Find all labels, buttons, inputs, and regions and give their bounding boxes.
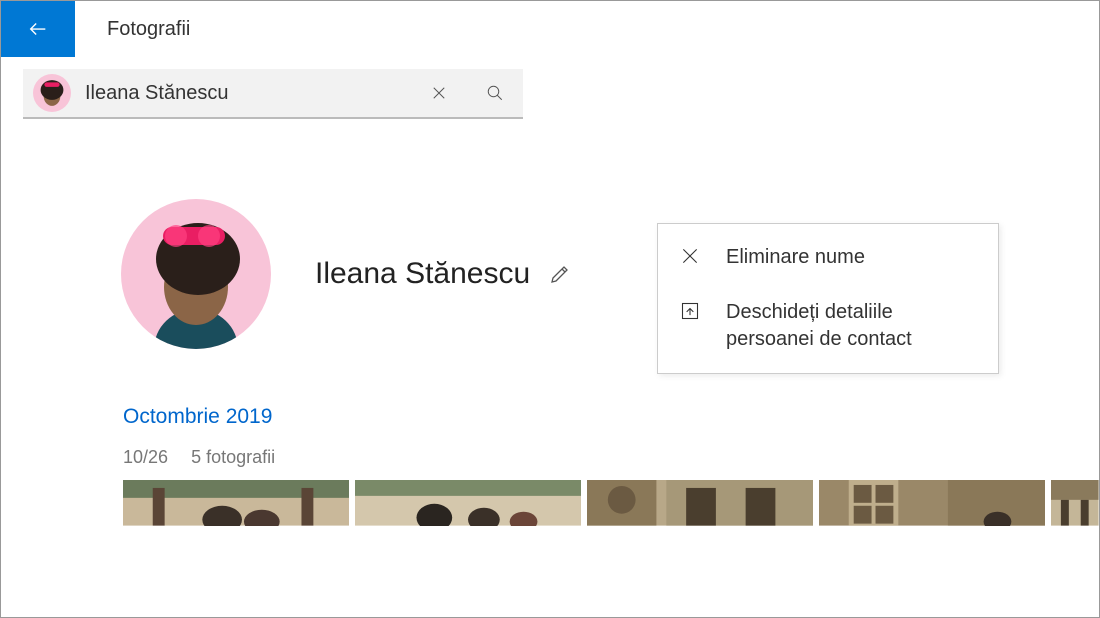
avatar-icon bbox=[33, 74, 71, 112]
photo-thumbnail-icon bbox=[819, 480, 1045, 526]
photo-thumbnail-icon bbox=[355, 480, 581, 526]
thumbnail[interactable] bbox=[587, 480, 813, 526]
edit-name-button[interactable] bbox=[548, 262, 572, 286]
close-icon bbox=[678, 244, 702, 268]
menu-item-remove-name[interactable]: Eliminare nume bbox=[658, 230, 998, 285]
profile-avatar bbox=[121, 199, 271, 349]
back-button[interactable] bbox=[1, 1, 75, 57]
header: Fotografii bbox=[1, 1, 1099, 57]
thumbnail[interactable] bbox=[819, 480, 1045, 526]
close-icon bbox=[430, 84, 448, 102]
search-avatar bbox=[33, 74, 71, 112]
search-submit-button[interactable] bbox=[467, 69, 523, 117]
menu-item-label: Deschideți detaliile persoanei de contac… bbox=[726, 299, 978, 353]
photo-thumbnail-icon bbox=[123, 480, 349, 526]
thumbnails-row bbox=[123, 480, 1099, 526]
search-bar bbox=[23, 69, 523, 119]
profile-name: Ileana Stănescu bbox=[315, 257, 530, 291]
photo-count: 5 fotografii bbox=[191, 447, 275, 467]
thumbnail[interactable] bbox=[123, 480, 349, 526]
photo-thumbnail-icon bbox=[587, 480, 813, 526]
open-contact-icon bbox=[678, 299, 702, 323]
month-link[interactable]: Octombrie 2019 bbox=[123, 405, 1099, 429]
back-arrow-icon bbox=[27, 18, 49, 40]
page-title: Fotografii bbox=[107, 18, 190, 41]
date-info: 10/26 5 fotografii bbox=[123, 447, 1099, 468]
avatar-icon bbox=[121, 199, 271, 349]
photo-thumbnail-icon bbox=[1051, 480, 1099, 526]
search-input[interactable] bbox=[85, 82, 411, 105]
thumbnail[interactable] bbox=[1051, 480, 1099, 526]
date-value: 10/26 bbox=[123, 447, 168, 467]
pencil-icon bbox=[548, 262, 572, 286]
date-section: Octombrie 2019 10/26 5 fotografii bbox=[123, 405, 1099, 468]
search-icon bbox=[486, 84, 504, 102]
menu-item-label: Eliminare nume bbox=[726, 244, 865, 271]
thumbnail[interactable] bbox=[355, 480, 581, 526]
menu-item-open-contact[interactable]: Deschideți detaliile persoanei de contac… bbox=[658, 285, 998, 367]
context-menu: Eliminare nume Deschideți detaliile pers… bbox=[657, 223, 999, 374]
search-clear-button[interactable] bbox=[411, 69, 467, 117]
